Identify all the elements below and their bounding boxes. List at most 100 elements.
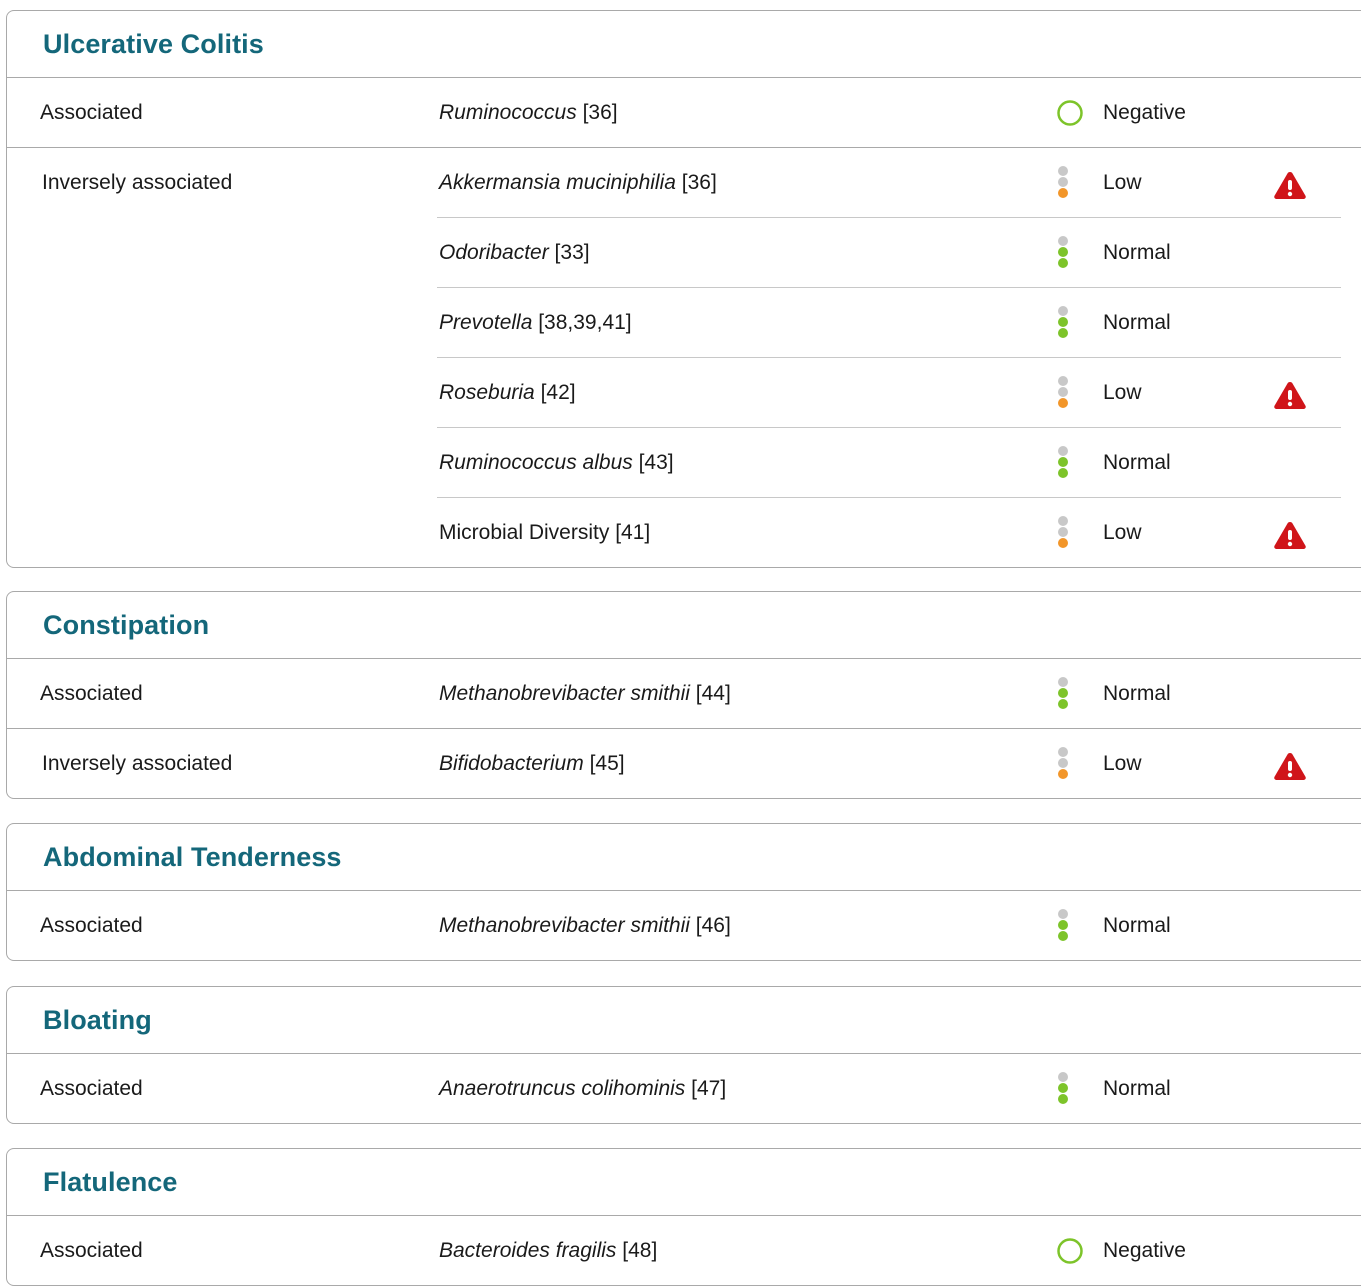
bacteria-row: Bacteroides fragilis [48] Negative (7, 1216, 1361, 1285)
bacteria-row: Methanobrevibacter smithii [46] Normal (7, 891, 1361, 960)
status-text: Normal (1103, 914, 1171, 937)
indicator-dot (1058, 758, 1068, 768)
association-group: Associated Methanobrevibacter smithii [44… (7, 659, 1361, 728)
indicator-dot (1058, 328, 1068, 338)
negative-ring-icon (1053, 78, 1083, 147)
level-indicator-icon (1053, 1054, 1073, 1123)
indicator-dot (1058, 527, 1068, 537)
status-text: Normal (1103, 241, 1171, 264)
indicator-dot (1058, 247, 1068, 257)
warning-icon (1273, 520, 1307, 550)
indicator-dot (1058, 306, 1068, 316)
bacteria-reference: Microbial Diversity [41] (439, 521, 651, 544)
bacteria-reference: [43] (632, 451, 674, 474)
association-group: Inversely associated Akkermansia muciniph… (7, 147, 1361, 567)
indicator-dot (1058, 1083, 1068, 1093)
bacteria-name: Bacteroides fragilis [48] (439, 1216, 657, 1285)
bacteria-name: Prevotella [38,39,41] (439, 288, 632, 357)
bacteria-species: Bifidobacterium (439, 752, 584, 775)
bacteria-species: Methanobrevibacter smithii (439, 682, 690, 705)
bacteria-species: Ruminococcus (439, 101, 577, 124)
bacteria-row: Odoribacter [33] Normal (437, 217, 1341, 287)
condition-card: Abdominal Tenderness Associated Methanobre… (6, 823, 1361, 961)
bacteria-reference: [36] (576, 101, 618, 124)
bacteria-row: Prevotella [38,39,41] Normal (437, 287, 1341, 357)
bacteria-row: Methanobrevibacter smithii [44] Normal (7, 659, 1361, 728)
indicator-dot (1058, 769, 1068, 779)
warning-icon (1273, 751, 1307, 781)
bacteria-reference: [47] (685, 1077, 727, 1100)
level-indicator-icon (1053, 659, 1073, 728)
bacteria-reference: [38,39,41] (532, 311, 632, 334)
level-indicator-icon (1053, 288, 1073, 357)
indicator-dot (1058, 398, 1068, 408)
negative-ring-icon (1053, 1216, 1083, 1285)
status-text: Low (1103, 381, 1142, 404)
status-text: Negative (1103, 1239, 1186, 1262)
status-text: Normal (1103, 311, 1171, 334)
indicator-dot (1058, 920, 1068, 930)
indicator-dot (1058, 677, 1068, 687)
indicator-dot (1058, 699, 1068, 709)
indicator-dot (1058, 1094, 1068, 1104)
bacteria-row: Akkermansia muciniphilia [36] Low (7, 148, 1361, 217)
indicator-dot (1058, 376, 1068, 386)
bacteria-reference: [36] (675, 171, 717, 194)
level-indicator-icon (1053, 891, 1073, 960)
bacteria-name: Methanobrevibacter smithii [46] (439, 891, 731, 960)
indicator-dot (1058, 747, 1068, 757)
bacteria-name: Microbial Diversity [41] (439, 498, 650, 567)
bacteria-species: Akkermansia muciniphilia (439, 171, 676, 194)
indicator-dot (1058, 446, 1068, 456)
bacteria-name: Roseburia [42] (439, 358, 576, 427)
bacteria-row: Bifidobacterium [45] Low (7, 729, 1361, 798)
indicator-dot (1058, 538, 1068, 548)
status-text: Negative (1103, 101, 1186, 124)
indicator-dot (1058, 236, 1068, 246)
condition-card: Constipation Associated Methanobrevibacter… (6, 591, 1361, 799)
indicator-dot (1058, 468, 1068, 478)
warning-icon (1273, 380, 1307, 410)
condition-title: Ulcerative Colitis (7, 11, 1361, 78)
bacteria-name: Bifidobacterium [45] (439, 729, 625, 798)
bacteria-reference: [33] (548, 241, 590, 264)
level-indicator-icon (1053, 148, 1073, 217)
association-group: Associated Bacteroides fragilis [48] Negat… (7, 1216, 1361, 1285)
condition-card: Bloating Associated Anaerotruncus colihomi… (6, 986, 1361, 1124)
bacteria-reference: [44] (689, 682, 731, 705)
indicator-dot (1058, 317, 1068, 327)
bacteria-name: Akkermansia muciniphilia [36] (439, 148, 717, 217)
bacteria-row: Ruminococcus [36] Negative (7, 78, 1361, 147)
level-indicator-icon (1053, 428, 1073, 497)
association-group: Associated Ruminococcus [36] Negative (7, 78, 1361, 147)
indicator-dot (1058, 177, 1068, 187)
indicator-dot (1058, 258, 1068, 268)
indicator-dot (1058, 931, 1068, 941)
bacteria-row: Roseburia [42] Low (437, 357, 1341, 427)
level-indicator-icon (1053, 358, 1073, 427)
bacteria-species: Odoribacter (439, 241, 549, 264)
bacteria-name: Anaerotruncus colihominis [47] (439, 1054, 726, 1123)
bacteria-reference: [46] (689, 914, 731, 937)
warning-icon (1273, 170, 1307, 200)
status-text: Normal (1103, 682, 1171, 705)
condition-card: Ulcerative Colitis Associated Ruminococcus… (6, 10, 1361, 568)
bacteria-name: Methanobrevibacter smithii [44] (439, 659, 731, 728)
condition-card: Flatulence Associated Bacteroides fragilis… (6, 1148, 1361, 1286)
indicator-dot (1058, 516, 1068, 526)
bacteria-reference: [48] (616, 1239, 658, 1262)
indicator-dot (1058, 387, 1068, 397)
status-text: Low (1103, 521, 1142, 544)
bacteria-row: Microbial Diversity [41] Low (437, 497, 1341, 567)
condition-title: Constipation (7, 592, 1361, 659)
indicator-dot (1058, 188, 1068, 198)
indicator-dot (1058, 1072, 1068, 1082)
association-group: Associated Anaerotruncus colihominis [47]… (7, 1054, 1361, 1123)
bacteria-species: Ruminococcus albus (439, 451, 633, 474)
indicator-dot (1058, 166, 1068, 176)
indicator-dot (1058, 909, 1068, 919)
bacteria-row: Ruminococcus albus [43] Normal (437, 427, 1341, 497)
bacteria-name: Ruminococcus [36] (439, 78, 618, 147)
association-group: Associated Methanobrevibacter smithii [46… (7, 891, 1361, 960)
indicator-dot (1058, 688, 1068, 698)
